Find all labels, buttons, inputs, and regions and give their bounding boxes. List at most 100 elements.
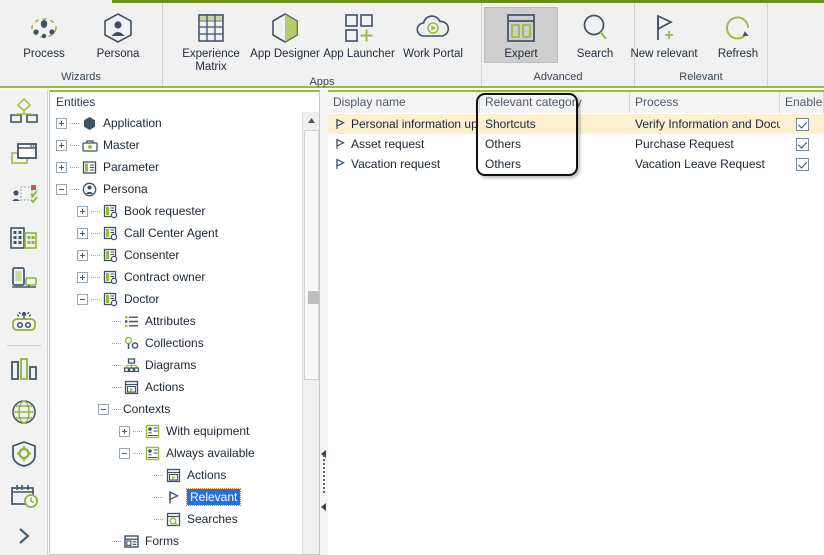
grid-column-header-relevant-category[interactable]: Relevant category <box>480 92 630 113</box>
rail-expand-button[interactable] <box>1 517 47 555</box>
splitter-collapse-up-arrow[interactable] <box>321 447 327 458</box>
expand-plus-icon[interactable] <box>56 161 67 173</box>
ribbon-button-process[interactable]: Process <box>7 7 81 67</box>
grid-column-header-process[interactable]: Process <box>630 92 780 113</box>
collapse-minus-icon[interactable] <box>56 183 67 195</box>
relevant-items-grid: Display name Relevant category Process Enab… <box>328 90 824 555</box>
ribbon-button-app-launcher[interactable]: App Launcher <box>322 7 396 67</box>
tree-node-relevant[interactable]: Relevant <box>50 486 303 508</box>
grid-column-header-enabled[interactable]: Enabled <box>780 92 824 113</box>
actions-icon <box>124 380 139 394</box>
expand-plus-icon[interactable] <box>77 227 88 239</box>
tree-node-persona[interactable]: Persona <box>50 178 303 200</box>
tree-guide-line <box>112 386 121 388</box>
ribbon-button-persona[interactable]: Persona <box>81 7 155 67</box>
rail-item-reports[interactable] <box>1 349 47 391</box>
enabled-checkbox[interactable] <box>795 137 809 151</box>
persona-icon <box>82 182 97 196</box>
tree-node-attributes[interactable]: Attributes <box>50 310 303 332</box>
enabled-checkbox[interactable] <box>795 157 809 171</box>
row-flag-icon <box>333 138 347 150</box>
tree-node-master[interactable]: Master <box>50 134 303 156</box>
entities-tree[interactable]: Application Master Parameter Persona Book re… <box>50 112 303 554</box>
tree-node-consenter[interactable]: Consenter <box>50 244 303 266</box>
ribbon-button-expert[interactable]: Expert <box>484 7 558 63</box>
searches-icon <box>166 512 181 526</box>
tree-node-application[interactable]: Application <box>50 112 303 134</box>
ribbon-button-work-portal[interactable]: Work Portal <box>396 7 470 67</box>
diagrams-icon <box>123 357 140 373</box>
ribbon-button-refresh[interactable]: Refresh <box>701 7 775 67</box>
flag-icon <box>169 490 179 503</box>
entity-icon <box>103 204 118 218</box>
grid-row[interactable]: Asset request Others Purchase Request <box>328 134 824 154</box>
grid-row[interactable]: Personal information up Shortcuts Verify I… <box>328 114 824 134</box>
grid-row[interactable]: Vacation request Others Vacation Leave Req… <box>328 154 824 174</box>
entity-icon <box>102 225 119 241</box>
tree-node-doctor[interactable]: Doctor <box>50 288 303 310</box>
tree-node-label: Searches <box>187 512 238 526</box>
scrollbar-thumb[interactable] <box>308 291 319 304</box>
enabled-checkbox[interactable] <box>795 117 809 131</box>
tree-node-contexts[interactable]: Contexts <box>50 398 303 420</box>
devices-icon <box>11 267 37 288</box>
ribbon-button-app-designer[interactable]: App Designer <box>248 7 322 67</box>
tree-node-label: Actions <box>145 380 185 394</box>
expand-plus-icon[interactable] <box>56 139 67 151</box>
rail-item-process-diagram[interactable] <box>1 90 47 132</box>
rail-item-calendar[interactable] <box>1 475 47 517</box>
ribbon-button-search[interactable]: Search <box>558 7 632 67</box>
expand-plus-icon[interactable] <box>77 249 88 261</box>
tree-guide-line <box>91 232 100 234</box>
tree-node-contract-owner[interactable]: Contract owner <box>50 266 303 288</box>
rail-item-screens[interactable] <box>1 132 47 174</box>
rail-item-devices[interactable] <box>1 258 47 300</box>
tree-node-book-requester[interactable]: Book requester <box>50 200 303 222</box>
panel-splitter[interactable] <box>320 90 328 555</box>
tree-node-call-center-agent[interactable]: Call Center Agent <box>50 222 303 244</box>
tree-node-label: Contexts <box>123 402 171 416</box>
ribbon-toolbar: Process Persona Wizards Experience Matrix… <box>0 0 824 88</box>
collapse-minus-icon[interactable] <box>77 293 88 305</box>
rail-item-globe[interactable] <box>1 391 47 433</box>
rail-item-security[interactable] <box>1 433 47 475</box>
expand-plus-icon[interactable] <box>119 425 130 437</box>
expand-plus-icon[interactable] <box>56 117 67 129</box>
scrollbar-track[interactable] <box>304 130 319 380</box>
expand-plus-icon[interactable] <box>77 205 88 217</box>
tree-node-diagrams[interactable]: Diagrams <box>50 354 303 376</box>
globe-icon <box>11 400 36 424</box>
tree-node-label: Consenter <box>124 248 180 262</box>
tree-node-collections[interactable]: Collections <box>50 332 303 354</box>
ribbon-button-experience-matrix[interactable]: Experience Matrix <box>174 7 248 75</box>
ribbon-group-items: New relevant Refresh <box>627 3 775 70</box>
splitter-grip[interactable] <box>323 455 325 495</box>
flag-icon <box>335 158 345 169</box>
tree-node-actions[interactable]: Actions <box>50 376 303 398</box>
ribbon-group-label: Wizards <box>61 71 101 83</box>
rail-item-organization[interactable] <box>1 216 47 258</box>
grid-column-header-display-name[interactable]: Display name <box>328 92 480 113</box>
rail-item-bot[interactable] <box>1 300 47 342</box>
scroll-up-button[interactable] <box>303 112 319 129</box>
splitter-collapse-down-arrow[interactable] <box>321 500 327 511</box>
tree-node-with-equipment[interactable]: With equipment <box>50 420 303 442</box>
tree-node-searches[interactable]: Searches <box>50 508 303 530</box>
tree-node-label: Always available <box>166 446 255 460</box>
collapse-minus-icon[interactable] <box>98 403 109 415</box>
tree-node-actions[interactable]: Actions <box>50 464 303 486</box>
expand-plus-icon[interactable] <box>77 271 88 283</box>
searches-icon <box>165 511 182 527</box>
expert-icon <box>507 14 535 42</box>
tree-vertical-scrollbar[interactable] <box>302 112 319 554</box>
ribbon-button-new-relevant[interactable]: New relevant <box>627 7 701 67</box>
tree-node-label: Doctor <box>124 292 160 306</box>
tree-node-forms[interactable]: Forms <box>50 530 303 552</box>
search-icon <box>583 14 607 40</box>
tree-node-always-available[interactable]: Always available <box>50 442 303 464</box>
ribbon-button-label: Expert <box>504 48 538 60</box>
tree-guide-line <box>91 210 100 212</box>
rail-item-assignment-rules[interactable] <box>1 174 47 216</box>
collapse-minus-icon[interactable] <box>119 447 130 459</box>
tree-node-parameter[interactable]: Parameter <box>50 156 303 178</box>
